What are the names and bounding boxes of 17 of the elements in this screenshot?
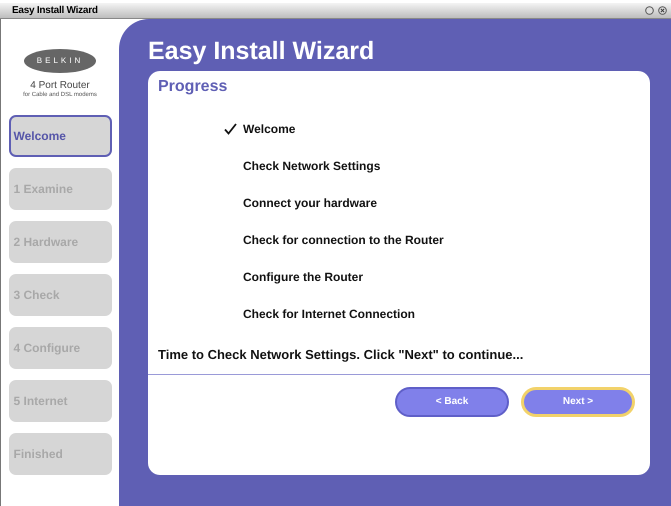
status-message: Time to Check Network Settings. Click "Next" to continue... xyxy=(148,345,650,374)
step-label: Welcome xyxy=(243,121,296,138)
back-button[interactable]: < Back xyxy=(395,386,509,416)
step-label: Connect your hardware xyxy=(243,195,378,212)
product-name: 4 Port Router xyxy=(30,81,90,91)
panel-title: Progress xyxy=(157,77,228,97)
step-label: Configure the Router xyxy=(243,269,363,286)
window-title: Easy Install Wizard xyxy=(11,4,98,18)
step-label: Check for connection to the Router xyxy=(243,232,444,249)
wizard-heading: Easy Install Wizard xyxy=(148,36,376,67)
step-label: Check for Internet Connection xyxy=(243,306,416,323)
close-icon[interactable] xyxy=(658,6,667,15)
minimize-icon[interactable] xyxy=(645,6,654,15)
logo: BELKIN xyxy=(24,49,96,73)
step-tab[interactable]: Welcome xyxy=(8,115,112,157)
step-label: Check Network Settings xyxy=(243,158,380,175)
next-button[interactable]: Next > xyxy=(521,386,635,416)
